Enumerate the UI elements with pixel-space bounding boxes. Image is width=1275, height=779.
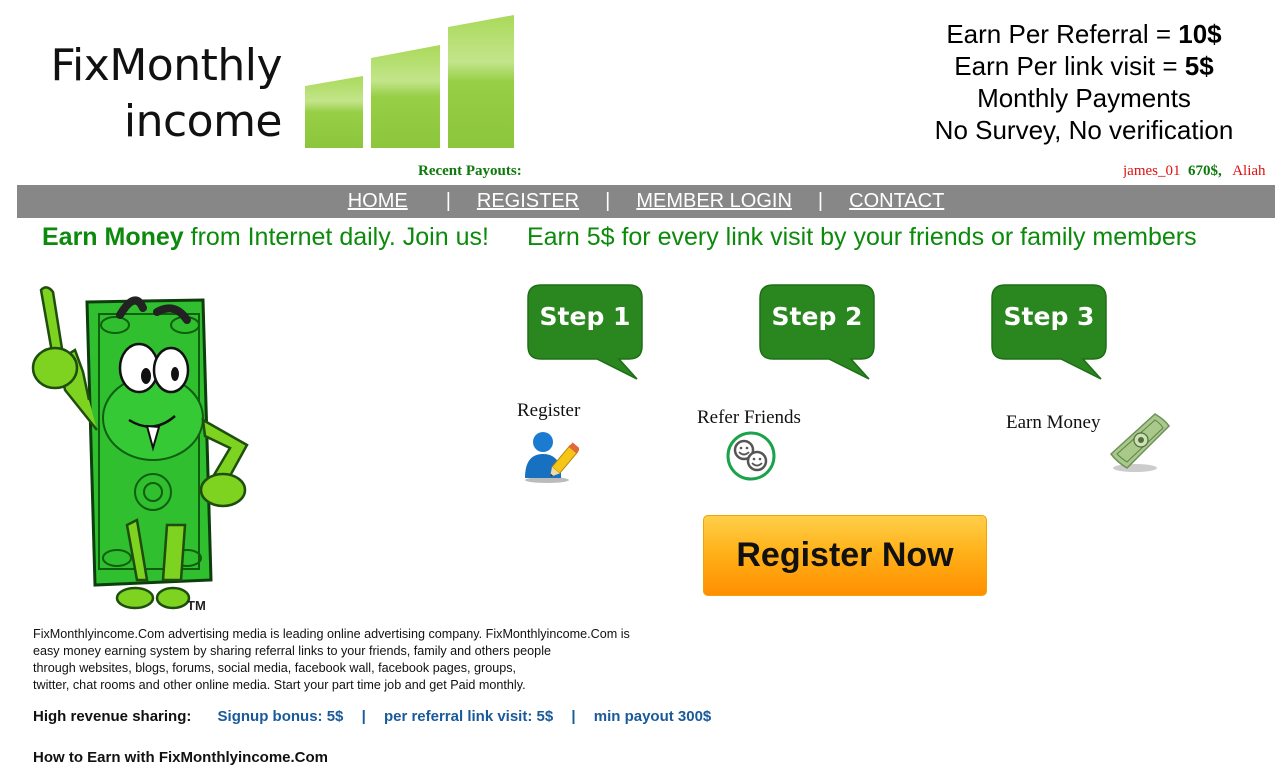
step-3-bubble: Step 3 bbox=[991, 284, 1107, 382]
nav-register[interactable]: REGISTER bbox=[477, 190, 579, 213]
trademark-text: TM bbox=[187, 598, 206, 613]
main-nav: HOME | REGISTER | MEMBER LOGIN | CONTACT bbox=[17, 185, 1275, 218]
site-logo-text[interactable]: FixMonthly income bbox=[50, 38, 282, 150]
nav-home[interactable]: HOME bbox=[348, 190, 420, 213]
promo-referral: Earn Per Referral = 10$ bbox=[946, 19, 1222, 49]
payout-name: james_01 bbox=[1123, 163, 1181, 179]
step-3-title: Step 3 bbox=[1003, 302, 1095, 331]
user-edit-icon[interactable] bbox=[521, 428, 579, 484]
tagline: Earn Money from Internet daily. Join us!… bbox=[42, 223, 1197, 252]
tagline-second: Earn 5$ for every link visit by your fri… bbox=[526, 223, 1197, 251]
step-1-title: Step 1 bbox=[539, 302, 631, 331]
smileys-icon[interactable] bbox=[725, 430, 777, 482]
dollar-bill-mascot-icon: TM bbox=[31, 286, 249, 613]
promo-no-survey: No Survey, No verification bbox=[934, 115, 1234, 145]
revenue-sharing: High revenue sharing: Signup bonus: 5$ |… bbox=[33, 708, 711, 725]
per-visit-rate: per referral link visit: 5$ bbox=[383, 708, 554, 725]
recent-payouts-label: Recent Payouts: bbox=[418, 163, 522, 179]
logo-bar-2 bbox=[371, 45, 440, 148]
min-payout: min payout 300$ bbox=[593, 708, 712, 725]
header-promo: Earn Per Referral = 10$ Earn Per link vi… bbox=[905, 18, 1263, 146]
description-line: through websites, blogs, forums, social … bbox=[33, 661, 517, 675]
description-line: twitter, chat rooms and other online med… bbox=[33, 678, 526, 692]
logo-bar-1 bbox=[305, 76, 363, 148]
description-line: easy money earning system by sharing ref… bbox=[33, 644, 551, 658]
step-1-label: Register bbox=[517, 400, 581, 421]
tagline-bold: Earn Money bbox=[42, 223, 184, 251]
nav-separator: | bbox=[817, 190, 824, 212]
dollar-bill-icon[interactable] bbox=[1107, 410, 1173, 476]
speech-bubble-icon bbox=[759, 284, 875, 380]
step-2-bubble: Step 2 bbox=[759, 284, 875, 382]
payout-amount: 670$, bbox=[1188, 163, 1222, 179]
logo-line-1: FixMonthly bbox=[50, 40, 282, 91]
nav-separator: | bbox=[445, 190, 451, 212]
nav-member-login[interactable]: MEMBER LOGIN bbox=[636, 190, 792, 213]
step-3-label: Earn Money bbox=[1006, 412, 1101, 433]
tagline-rest: from Internet daily. Join us! bbox=[183, 223, 489, 251]
how-to-earn-heading: How to Earn with FixMonthlyincome.Com bbox=[33, 749, 329, 766]
logo-line-2: income bbox=[123, 96, 283, 147]
logo-bars-icon bbox=[305, 15, 514, 148]
revenue-separator: | bbox=[361, 708, 366, 725]
register-now-button[interactable]: Register Now bbox=[703, 515, 987, 596]
promo-link-visit: Earn Per link visit = 5$ bbox=[954, 51, 1214, 81]
step-1-bubble: Step 1 bbox=[527, 284, 643, 382]
payout-name: Aliah bbox=[1232, 163, 1266, 179]
revenue-separator: | bbox=[571, 708, 576, 725]
nav-contact[interactable]: CONTACT bbox=[849, 190, 944, 213]
nav-separator: | bbox=[605, 190, 611, 212]
signup-bonus: Signup bonus: 5$ bbox=[217, 708, 344, 725]
speech-bubble-icon bbox=[991, 284, 1107, 380]
revenue-label: High revenue sharing: bbox=[33, 708, 192, 725]
description-line: FixMonthlyincome.Com advertising media i… bbox=[33, 627, 630, 641]
promo-monthly: Monthly Payments bbox=[977, 83, 1191, 113]
step-2-label: Refer Friends bbox=[697, 407, 801, 428]
logo-bar-3 bbox=[448, 15, 514, 148]
speech-bubble-icon bbox=[527, 284, 643, 380]
step-2-title: Step 2 bbox=[771, 302, 863, 331]
recent-payouts-ticker: james_01 670$, Aliah bbox=[1123, 163, 1275, 180]
site-description: FixMonthlyincome.Com advertising media i… bbox=[33, 626, 663, 694]
